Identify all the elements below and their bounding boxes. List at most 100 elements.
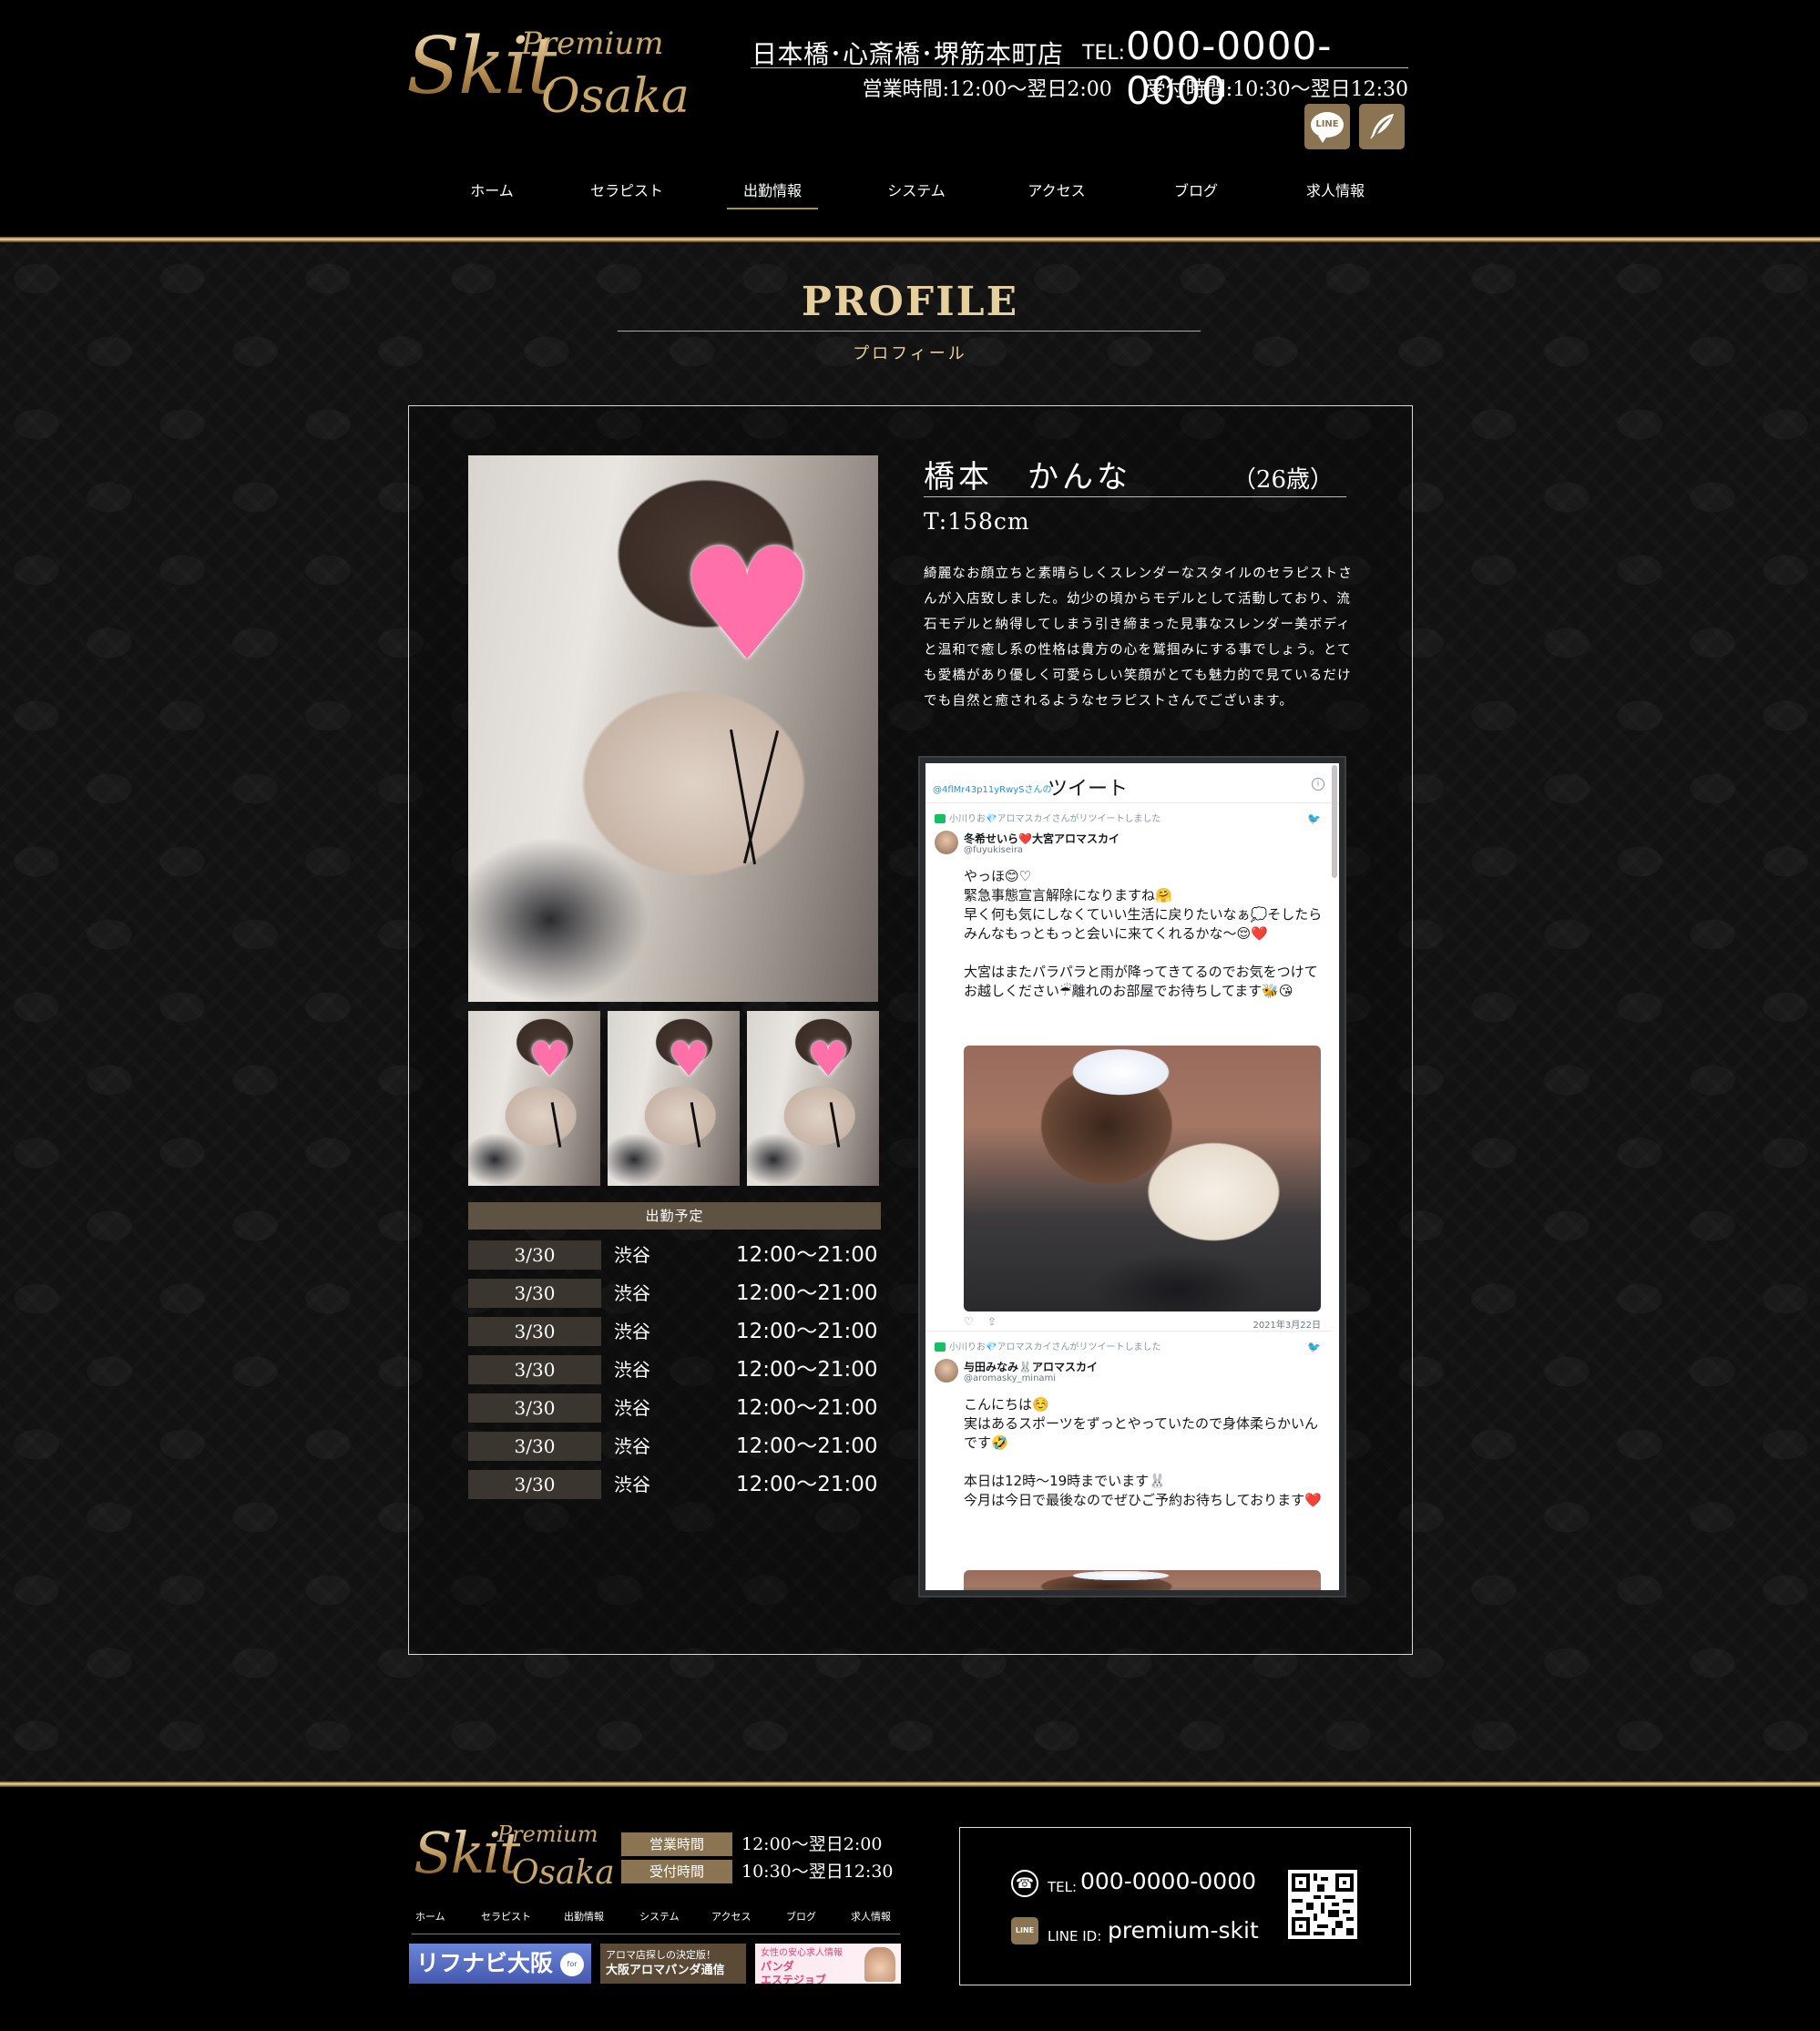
qr-code[interactable] — [1288, 1870, 1357, 1939]
logo-osaka: Osaka — [541, 69, 690, 124]
schedule-row: 3/30 渋谷 12:00～21:00 — [468, 1432, 881, 1461]
tweet-text: やっほ😊♡ 緊急事態宣言解除になりますね🤗 早く何も気にしなくていい生活に戻りた… — [964, 868, 1323, 999]
info-icon[interactable]: i — [1312, 778, 1324, 791]
nav-recruit[interactable]: 求人情報 — [1299, 179, 1372, 209]
line-button[interactable]: LINE — [1304, 104, 1350, 149]
banner-text: リフナビ大阪 — [416, 1950, 554, 1976]
footer-nav-home[interactable]: ホーム — [415, 1909, 445, 1924]
line-icon: LINE — [1011, 1917, 1038, 1944]
line-icon: LINE — [1311, 112, 1344, 143]
therapist-thumbnail[interactable]: ♥ — [468, 1011, 600, 1186]
logo-premium: Premium — [497, 1822, 598, 1847]
nav-home[interactable]: ホーム — [465, 179, 519, 209]
schedule-date: 3/30 — [468, 1355, 601, 1384]
nav-blog[interactable]: ブログ — [1164, 179, 1228, 209]
footer-reception-hours-value: 10:30～翌日12:30 — [741, 1862, 894, 1882]
nav-schedule[interactable]: 出勤情報 — [727, 179, 818, 209]
tweet-date[interactable]: 2021年3月22日 — [1253, 1317, 1321, 1331]
footer-nav-schedule[interactable]: 出勤情報 — [564, 1909, 604, 1924]
reception-hours: 受付時間:10:30～翌日12:30 — [1145, 78, 1408, 101]
footer-nav-therapist[interactable]: セラピスト — [481, 1909, 531, 1924]
page-subtitle: プロフィール — [853, 344, 967, 363]
heart-icon: ♥ — [528, 1033, 571, 1087]
retweet-text: 小川りお💎アロマスカイさんがリツイートしました — [949, 1342, 1161, 1352]
tweet-image[interactable] — [964, 1046, 1321, 1311]
schedule-area: 渋谷 — [614, 1282, 650, 1304]
blog-button[interactable] — [1359, 104, 1405, 149]
schedule-row: 3/30 渋谷 12:00～21:00 — [468, 1355, 881, 1384]
twitter-handle[interactable]: @4flMr43p11yRwySさんの — [933, 781, 1052, 795]
heart-icon: ♥ — [678, 515, 817, 696]
schedule-area: 渋谷 — [614, 1435, 650, 1457]
footer-nav-system[interactable]: システム — [639, 1909, 680, 1924]
footer-tel-label: TEL: — [1048, 1879, 1078, 1895]
twitter-timeline-embed[interactable]: @4flMr43p11yRwySさんの ツイート i 小川りお💎アロマスカイさん… — [918, 756, 1346, 1597]
tweet-avatar[interactable] — [935, 831, 958, 854]
schedule-time: 12:00～21:00 — [736, 1320, 878, 1343]
tweet-author[interactable]: 与田みなみ🐰アロマスカイ — [964, 1359, 1098, 1374]
site-logo[interactable]: Skit Premium Osaka — [406, 22, 690, 124]
twitter-timeline[interactable]: @4flMr43p11yRwySさんの ツイート i 小川りお💎アロマスカイさん… — [925, 763, 1339, 1590]
photo-ribbon — [829, 1102, 841, 1148]
schedule-row: 3/30 渋谷 12:00～21:00 — [468, 1470, 881, 1499]
main-nav: ホーム セラピスト 出勤情報 システム アクセス ブログ 求人情報 — [419, 179, 1403, 209]
aroma-panda-banner[interactable]: アロマ店探しの決定版！ 大阪アロマパンダ通信 — [600, 1944, 746, 1984]
schedule-row: 3/30 渋谷 12:00～21:00 — [468, 1317, 881, 1346]
business-hours: 営業時間:12:00～翌日2:00 — [862, 78, 1112, 101]
tweet-image[interactable] — [964, 1570, 1321, 1590]
tweet-author[interactable]: 冬希せいら❤️大宮アロマスカイ — [964, 831, 1120, 846]
qr-code-icon — [1292, 1873, 1354, 1935]
tweet[interactable]: 小川りお💎アロマスカイさんがリツイートしました 🐦 冬希せいら❤️大宮アロマスカ… — [925, 803, 1332, 1332]
twitter-bird-icon[interactable]: 🐦 — [1307, 812, 1321, 825]
refnavi-banner[interactable]: リフナビ大阪 for MEN — [409, 1944, 591, 1984]
schedule-row: 3/30 渋谷 12:00～21:00 — [468, 1279, 881, 1308]
twitter-bird-icon[interactable]: 🐦 — [1307, 1341, 1321, 1353]
header-divider — [751, 67, 1408, 68]
heart-icon: ♥ — [807, 1033, 850, 1087]
schedule-row: 3/30 渋谷 12:00～21:00 — [468, 1393, 881, 1423]
tweet[interactable]: 小川りお💎アロマスカイさんがリツイートしました 🐦 与田みなみ🐰アロマスカイ @… — [925, 1332, 1332, 1590]
footer-nav-access[interactable]: アクセス — [711, 1909, 751, 1924]
schedule-time: 12:00～21:00 — [736, 1281, 878, 1305]
banner-title: 大阪アロマパンダ通信 — [606, 1964, 725, 1977]
photo-ribbon — [690, 1102, 701, 1148]
like-icon[interactable]: ♡ — [964, 1315, 974, 1328]
site-footer — [0, 1787, 1820, 2031]
footer-phone-number[interactable]: 000-0000-0000 — [1080, 1868, 1256, 1894]
footer-nav-blog[interactable]: ブログ — [786, 1909, 816, 1924]
footer-line-id[interactable]: premium-skit — [1108, 1917, 1259, 1944]
tweet-text: こんにちは☺️ 実はあるスポーツをずっとやっていたので身体柔らかいんです🤣 本日… — [964, 1396, 1322, 1508]
therapist-thumbnail[interactable]: ♥ — [747, 1011, 879, 1186]
tweet-username[interactable]: @fuyukiseira — [964, 845, 1023, 855]
schedule-time: 12:00～21:00 — [736, 1243, 878, 1267]
schedule-area: 渋谷 — [614, 1321, 650, 1342]
share-icon[interactable]: ⇪ — [987, 1315, 997, 1328]
tel-label: TEL: — [1082, 42, 1126, 65]
nav-system[interactable]: システム — [880, 179, 953, 209]
schedule-date: 3/30 — [468, 1432, 601, 1461]
banner-badge: for MEN — [560, 1953, 584, 1976]
schedule-area: 渋谷 — [614, 1359, 650, 1381]
banner-tagline: アロマ店探しの決定版！ — [606, 1949, 716, 1961]
footer-reception-hours-label: 受付時間 — [621, 1860, 732, 1883]
therapist-main-photo[interactable]: ♥ — [468, 455, 878, 1002]
therapist-name-row: 橋本 かんな （26歳） — [924, 448, 1346, 497]
footer-business-hours-value: 12:00～翌日2:00 — [741, 1834, 883, 1854]
schedule-area: 渋谷 — [614, 1397, 650, 1419]
schedule-area: 渋谷 — [614, 1474, 650, 1495]
footer-nav-recruit[interactable]: 求人情報 — [851, 1909, 891, 1924]
schedule-date: 3/30 — [468, 1393, 601, 1423]
nav-therapist[interactable]: セラピスト — [586, 179, 668, 209]
therapist-thumbnail[interactable]: ♥ — [608, 1011, 740, 1186]
banner-photo — [864, 1947, 895, 1982]
tweet-avatar[interactable] — [935, 1359, 958, 1383]
footer-logo[interactable]: Skit Premium Osaka — [414, 1822, 615, 1894]
footer-line-label: LINE ID: — [1048, 1928, 1102, 1944]
twitter-scrollbar[interactable] — [1332, 765, 1337, 878]
esthe-job-banner[interactable]: 女性の安心求人情報 パンダ エステジョブ — [755, 1944, 901, 1984]
tweet-username[interactable]: @aromasky_minami — [964, 1373, 1056, 1383]
therapist-description: 綺麗なお顔立ちと素晴らしくスレンダーなスタイルのセラピストさんが入店致しました。… — [924, 566, 1353, 709]
logo-premium: Premium — [521, 26, 664, 62]
page-title: PROFILE — [801, 279, 1019, 325]
nav-access[interactable]: アクセス — [1020, 179, 1093, 209]
